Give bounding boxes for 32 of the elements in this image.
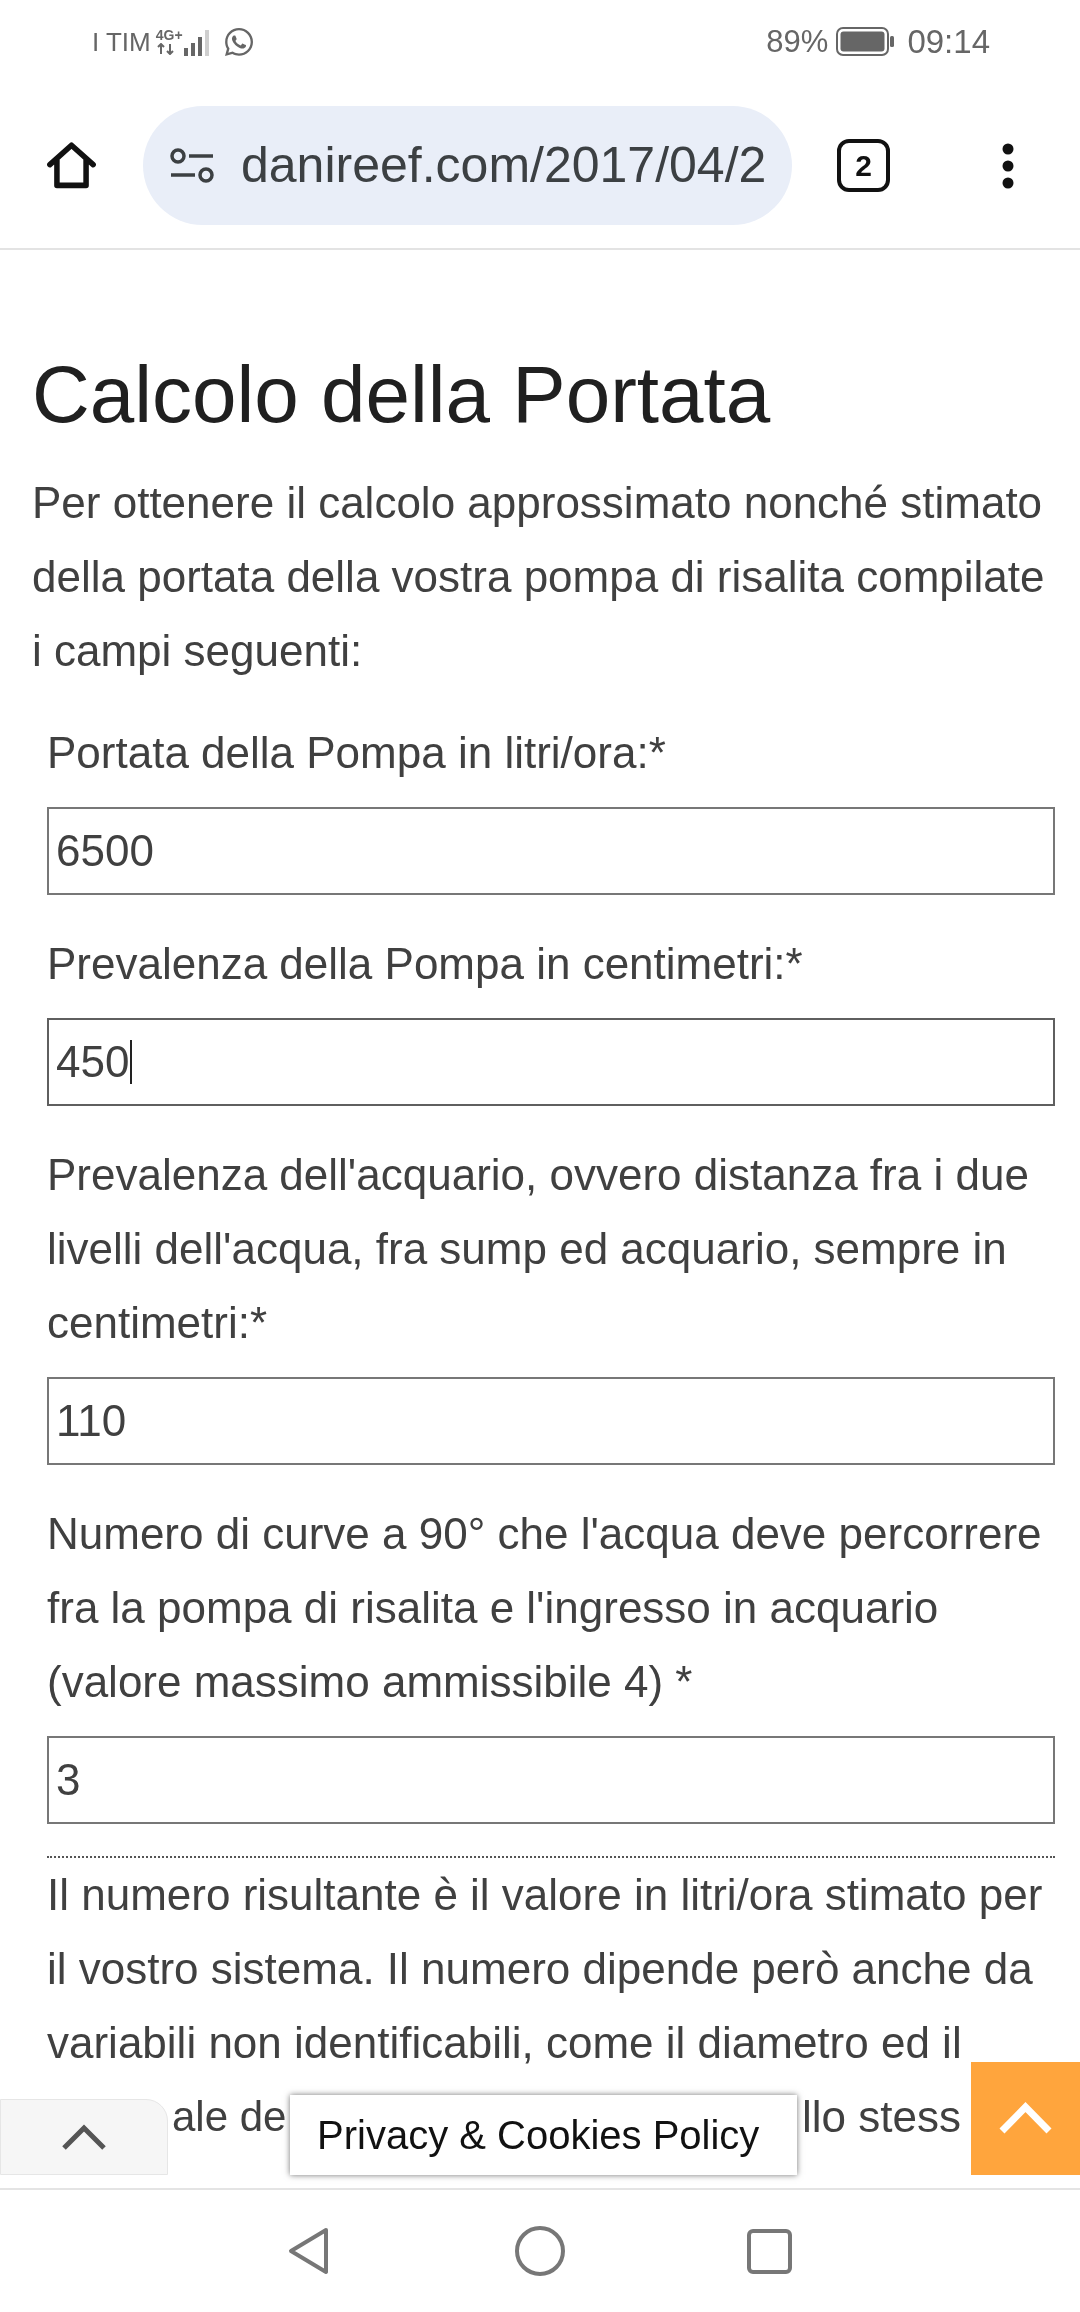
input-field[interactable]: 450 bbox=[47, 1018, 1055, 1106]
chat-phone-icon bbox=[222, 25, 255, 58]
input-field[interactable]: 6500 bbox=[47, 807, 1055, 895]
nav-back-icon[interactable] bbox=[288, 2227, 329, 2275]
signal-bars-icon bbox=[183, 27, 211, 56]
text-fragment: ale de bbox=[172, 2096, 287, 2138]
battery-percentage: 89% bbox=[766, 26, 829, 57]
battery-icon bbox=[836, 27, 896, 56]
tune-icon[interactable] bbox=[169, 147, 215, 184]
text-fragment: llo stess bbox=[802, 2095, 961, 2139]
field-label: Numero di curve a 90° che l'acqua deve percorrere fra la pompa di risalita e l'ingresso in acquario (valore massimo ammissibile 4) * bbox=[47, 1508, 1043, 1708]
clock-time: 09:14 bbox=[907, 25, 990, 58]
address-bar[interactable]: danireef.com/2017/04/2 bbox=[143, 106, 792, 225]
input-field[interactable]: 3 bbox=[47, 1736, 1055, 1824]
network-type-label: 4G+ bbox=[155, 28, 183, 43]
privacy-policy-button[interactable]: Privacy & Cookies Policy bbox=[290, 2095, 797, 2175]
intro-paragraph: Per ottenere il calcolo approssimato nonché stimato della portata della vostra pompa di risalita compilate i campi seguenti: bbox=[32, 477, 1046, 677]
field-label: Portata della Pompa in litri/ora:* bbox=[47, 727, 667, 779]
nav-recents-icon[interactable] bbox=[747, 2228, 792, 2274]
menu-icon[interactable] bbox=[1002, 142, 1014, 189]
field-label: Prevalenza della Pompa in centimetri:* bbox=[47, 938, 804, 990]
data-arrows-icon bbox=[155, 43, 176, 55]
chevron-up-icon bbox=[61, 2123, 107, 2151]
chevron-up-icon bbox=[998, 2102, 1053, 2135]
page-title: Calcolo della Portata bbox=[32, 349, 771, 441]
drawer-tab[interactable] bbox=[0, 2099, 168, 2175]
field-label: Prevalenza dell'acquario, ovvero distanza fra i due livelli dell'acqua, fra sump ed acquario, sempre in centimetri:* bbox=[47, 1149, 1030, 1349]
input-field[interactable]: 110 bbox=[47, 1377, 1055, 1465]
text-cursor bbox=[130, 1040, 133, 1084]
nav-home-icon[interactable] bbox=[515, 2226, 565, 2276]
tab-count-button[interactable]: 2 bbox=[837, 139, 890, 192]
carrier-name: I TIM bbox=[92, 28, 151, 55]
